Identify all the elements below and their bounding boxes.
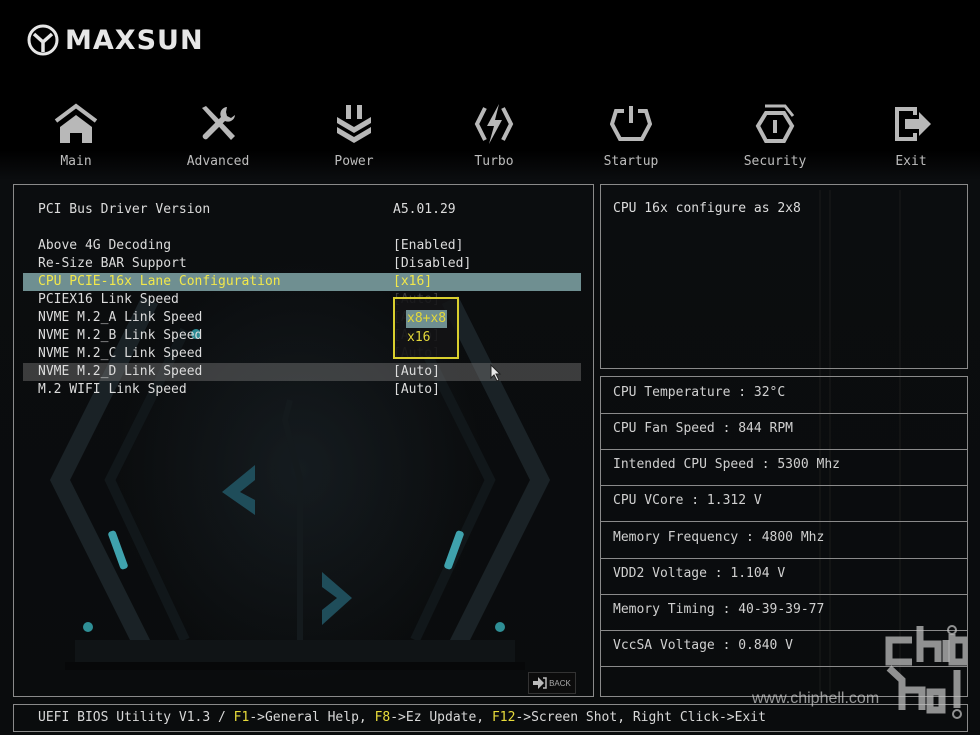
back-button[interactable]: BACK: [528, 672, 576, 694]
power-button-icon: [607, 100, 655, 148]
info-text: Intended CPU Speed : 5300 Mhz: [613, 457, 840, 472]
setting-row-m2-wifi-link-speed[interactable]: M.2 WIFI Link Speed [Auto]: [23, 381, 581, 399]
mouse-cursor-icon: [490, 364, 502, 382]
info-text: CPU Fan Speed : 844 RPM: [613, 421, 794, 436]
watermark-url: www.chiphell.com: [752, 690, 880, 707]
tools-icon: [194, 100, 242, 148]
info-intended-cpu-speed: Intended CPU Speed : 5300 Mhz: [601, 449, 967, 486]
setting-row-nvme-m2b-link-speed[interactable]: NVME M.2_B Link Speed [Auto]: [23, 327, 581, 345]
setting-value[interactable]: [Auto]: [393, 363, 440, 381]
tab-exit[interactable]: Exit: [861, 100, 961, 175]
dropdown-option-x16[interactable]: x16: [406, 329, 431, 347]
power-plug-icon: [330, 100, 378, 148]
hotkey-f1-desc: ->General Help,: [249, 710, 375, 725]
hotkey-f12-desc: ->Screen Shot, Right Click->Exit: [515, 710, 766, 725]
lane-config-dropdown[interactable]: x8+x8 x16: [393, 297, 459, 359]
info-cpu-vcore: CPU VCore : 1.312 V: [601, 485, 967, 522]
tab-advanced[interactable]: Advanced: [168, 100, 268, 175]
tab-label: Turbo: [474, 154, 514, 169]
setting-label: NVME M.2_A Link Speed: [38, 310, 203, 325]
setting-label: NVME M.2_B Link Speed: [38, 328, 203, 343]
setting-row-resize-bar-support[interactable]: Re-Size BAR Support [Disabled]: [23, 255, 581, 273]
setting-row-cpu-pcie-lane-configuration[interactable]: CPU PCIE-16x Lane Configuration [x16]: [23, 273, 581, 291]
info-text: CPU Temperature : 32°C: [613, 385, 786, 400]
setting-label: Above 4G Decoding: [38, 238, 172, 253]
setting-row-nvme-m2a-link-speed[interactable]: NVME M.2_A Link Speed [Auto]: [23, 309, 581, 327]
setting-label: NVME M.2_D Link Speed: [38, 364, 203, 379]
lightning-icon: [470, 100, 518, 148]
exit-icon: [887, 100, 935, 148]
top-nav: Main Advanced Power Turbo Startup Securi…: [0, 100, 980, 175]
setting-label: NVME M.2_C Link Speed: [38, 346, 203, 361]
info-cpu-temperature: CPU Temperature : 32°C: [601, 377, 967, 414]
setting-row-nvme-m2c-link-speed[interactable]: NVME M.2_C Link Speed [Auto]: [23, 345, 581, 363]
setting-value[interactable]: [Disabled]: [393, 255, 471, 273]
info-text: CPU VCore : 1.312 V: [613, 493, 762, 508]
tab-power[interactable]: Power: [304, 100, 404, 175]
setting-value[interactable]: [Auto]: [393, 381, 440, 399]
setting-row-above-4g-decoding[interactable]: Above 4G Decoding [Enabled]: [23, 237, 581, 255]
tab-security[interactable]: Security: [725, 100, 825, 175]
setting-value[interactable]: [x16]: [393, 273, 432, 291]
setting-label: M.2 WIFI Link Speed: [38, 382, 187, 397]
back-label: BACK: [549, 678, 571, 688]
home-icon: [52, 100, 100, 148]
back-arrow-icon: [533, 677, 547, 689]
setting-label: Re-Size BAR Support: [38, 256, 187, 271]
tab-label: Advanced: [186, 154, 250, 169]
hotkey-f8-desc: ->Ez Update,: [390, 710, 492, 725]
hotkey-f12: F12: [491, 710, 516, 725]
setting-label: PCI Bus Driver Version: [38, 202, 211, 217]
info-text: Memory Timing : 40-39-39-77: [613, 602, 825, 617]
maxsun-logo: MAXSUN: [27, 22, 204, 58]
info-text: Memory Frequency : 4800 Mhz: [613, 530, 825, 545]
settings-panel: PCI Bus Driver Version A5.01.29 Above 4G…: [13, 184, 594, 697]
tab-label: Exit: [895, 154, 927, 169]
help-panel: CPU 16x configure as 2x8: [600, 184, 968, 369]
setting-value[interactable]: [Enabled]: [393, 237, 463, 255]
tab-label: Security: [743, 154, 807, 169]
info-text: VDD2 Voltage : 1.104 V: [613, 566, 786, 581]
tab-label: Power: [334, 154, 374, 169]
setting-row-pciex16-link-speed[interactable]: PCIEX16 Link Speed [Auto]: [23, 291, 581, 309]
tab-main[interactable]: Main: [26, 100, 126, 175]
setting-row-pci-bus-driver-version: PCI Bus Driver Version A5.01.29: [23, 201, 581, 219]
tab-startup[interactable]: Startup: [581, 100, 681, 175]
maxsun-logo-icon: [27, 24, 59, 56]
brand-name: MAXSUN: [65, 24, 204, 56]
tab-label: Main: [60, 154, 92, 169]
setting-value: A5.01.29: [393, 202, 456, 217]
security-shield-icon: [751, 100, 799, 148]
status-bar-text: UEFI BIOS Utility V1.3 / F1->General Hel…: [38, 710, 766, 725]
tab-turbo[interactable]: Turbo: [444, 100, 544, 175]
hotkey-f1: F1: [233, 710, 250, 725]
tab-label: Startup: [603, 154, 659, 169]
dropdown-option-x8x8[interactable]: x8+x8: [406, 310, 448, 328]
setting-label: PCIEX16 Link Speed: [38, 292, 179, 307]
info-vdd2-voltage: VDD2 Voltage : 1.104 V: [601, 558, 967, 595]
info-cpu-fan-speed: CPU Fan Speed : 844 RPM: [601, 413, 967, 450]
footer-version: UEFI BIOS Utility V1.3 /: [38, 710, 234, 725]
help-text: CPU 16x configure as 2x8: [613, 201, 801, 216]
info-memory-frequency: Memory Frequency : 4800 Mhz: [601, 522, 967, 559]
setting-label: CPU PCIE-16x Lane Configuration: [38, 274, 281, 289]
hotkey-f8: F8: [374, 710, 391, 725]
